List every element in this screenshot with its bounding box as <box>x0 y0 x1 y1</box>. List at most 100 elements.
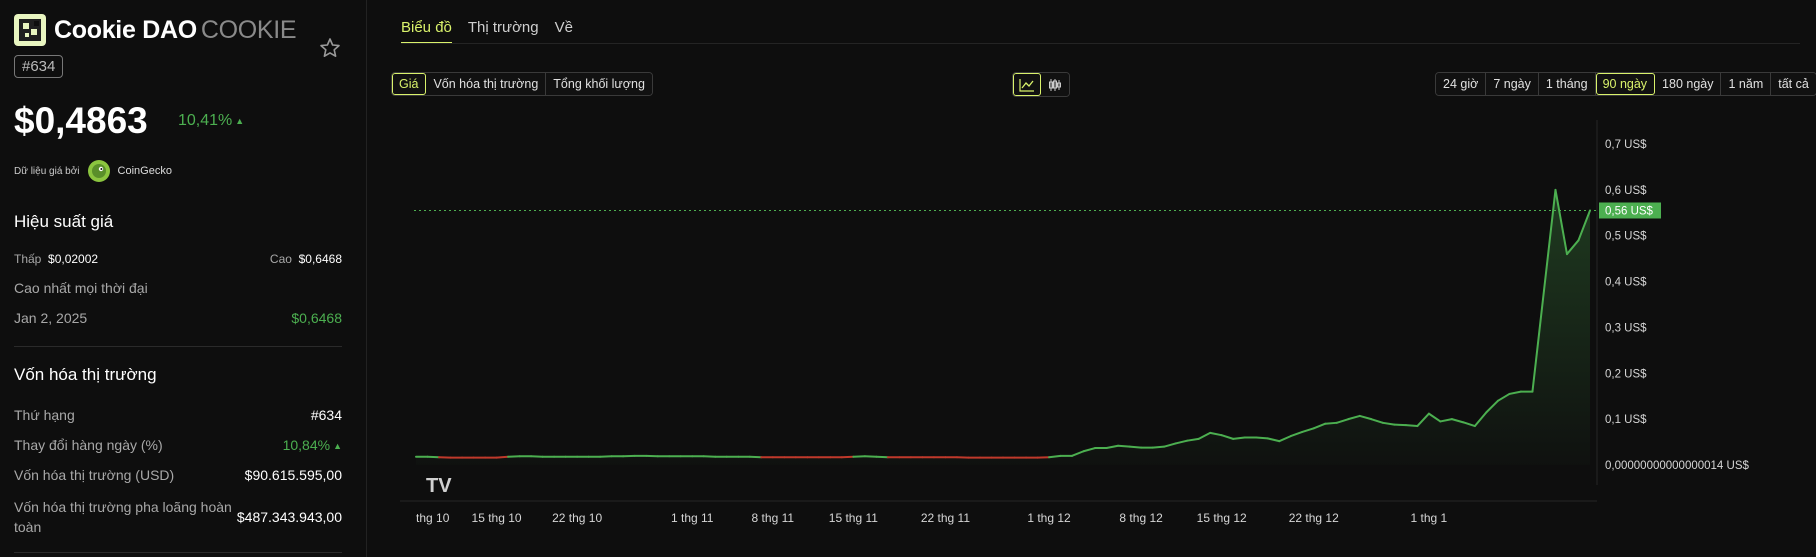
range-all-button[interactable]: tất cả <box>1771 73 1816 95</box>
x-tick-label: 1 thg 11 <box>671 511 714 525</box>
total-volume-button[interactable]: Tổng khối lượng <box>546 73 652 95</box>
price-chart[interactable]: 0,7 US$ 0,6 US$ 0,5 US$ 0,4 US$ 0,3 US$ 0,2 U… <box>400 120 1806 550</box>
line-chart-button[interactable] <box>1013 73 1041 96</box>
range-7d-button[interactable]: 7 ngày <box>1486 73 1539 95</box>
tradingview-watermark: TV <box>426 475 452 497</box>
rank-value: #634 <box>310 407 342 423</box>
range-90d-button[interactable]: 90 ngày <box>1595 73 1656 95</box>
chart-view-toggle <box>1012 72 1070 97</box>
x-tick-label: thg 10 <box>416 511 450 525</box>
price-change-value: 10,41% <box>178 112 233 129</box>
price-change-24h: 10,41% ▲ <box>178 112 244 130</box>
rank-row: Thứ hạng #634 <box>14 407 342 423</box>
ath-label-row: Cao nhất mọi thời đại <box>14 280 342 296</box>
price-line-segment <box>1324 421 1338 425</box>
high-value: $0,6468 <box>298 252 342 266</box>
low-label: Thấp <box>14 252 42 266</box>
price-line-segment <box>1404 424 1419 428</box>
x-tick-label: 8 thg 12 <box>1119 511 1163 525</box>
coin-symbol: COOKIE <box>200 16 297 44</box>
y-tick-label: 0,5 US$ <box>1605 231 1647 243</box>
daily-change-label: Thay đổi hàng ngày (%) <box>14 437 163 453</box>
y-tick-label: 0,2 US$ <box>1605 368 1647 380</box>
rank-badge: #634 <box>14 55 64 78</box>
section-divider <box>14 346 342 347</box>
performance-title: Hiệu suất giá <box>14 212 114 231</box>
price-line-segment <box>1117 444 1131 448</box>
market-cap-row: Vốn hóa thị trường (USD) $90.615.595,00 <box>14 467 342 483</box>
fdv-label: Vốn hóa thị trường pha loãng hoàn toàn <box>14 499 232 535</box>
data-source-label: Dữ liệu giá bởi <box>14 165 80 177</box>
low-value: $0,02002 <box>48 252 99 266</box>
market-cap-value: $90.615.595,00 <box>244 467 342 483</box>
coingecko-logo-icon <box>87 160 110 182</box>
cookie-dao-logo <box>14 14 46 46</box>
x-tick-label: 15 thg 12 <box>1197 511 1247 525</box>
range-1m-button[interactable]: 1 tháng <box>1538 73 1596 95</box>
ath-row: Jan 2, 2025 $0,6468 <box>14 310 342 326</box>
daily-change-value: 10,84% <box>282 437 331 453</box>
price-line-segment <box>1128 445 1143 449</box>
main-tabs: Biểu đồ Thị trường Về <box>401 19 573 44</box>
market-cap-button[interactable]: Vốn hóa thị trường <box>426 73 547 95</box>
daily-change-row: Thay đổi hàng ngày (%) 10,84% ▲ <box>14 437 342 453</box>
current-price: $0,4863 <box>14 100 148 141</box>
favorite-star-icon[interactable] <box>318 36 342 60</box>
x-tick-label: 8 thg 11 <box>752 511 795 525</box>
x-tick-label: 15 thg 10 <box>472 511 522 525</box>
coin-name: Cookie DAO <box>54 16 197 44</box>
price-line-segment <box>1151 445 1166 449</box>
tabs-underline <box>401 43 1800 44</box>
daily-change-value-group: 10,84% ▲ <box>283 437 342 453</box>
market-cap-label: Vốn hóa thị trường (USD) <box>14 467 175 483</box>
x-tick-label: 1 thg 1 <box>1411 511 1448 525</box>
x-tick-label: 1 thg 12 <box>1027 511 1071 525</box>
coin-title: Cookie DAO COOKIE <box>54 16 297 45</box>
candlestick-button[interactable] <box>1041 73 1069 96</box>
y-tick-label: 0,6 US$ <box>1605 185 1647 197</box>
price-button[interactable]: Giá <box>392 73 427 95</box>
ath-date: Jan 2, 2025 <box>14 310 88 326</box>
range-1y-button[interactable]: 1 năm <box>1721 73 1772 95</box>
metric-toggle: Giá Vốn hóa thị trường Tổng khối lượng <box>391 72 653 96</box>
tab-chart[interactable]: Biểu đồ <box>401 19 452 44</box>
fdv-row: Vốn hóa thị trường pha loãng hoàn toàn $… <box>14 497 342 537</box>
ath-label: Cao nhất mọi thời đại <box>14 280 148 296</box>
up-triangle-icon: ▲ <box>235 116 245 126</box>
price-area <box>416 189 1590 465</box>
range-24h-button[interactable]: 24 giờ <box>1436 73 1487 95</box>
tab-about[interactable]: Về <box>555 19 573 44</box>
coin-sidebar: Cookie DAO COOKIE #634 $0,4863 10,41% ▲ Dữ… <box>0 0 367 557</box>
section-divider <box>14 552 342 553</box>
range-180d-button[interactable]: 180 ngày <box>1655 73 1722 95</box>
y-tick-label: 0,4 US$ <box>1605 277 1647 289</box>
price-line-segment <box>1255 436 1269 440</box>
high-range: Cao $0,6468 <box>270 252 342 266</box>
data-source-name[interactable]: CoinGecko <box>118 165 172 177</box>
fdv-value: $487.343.943,00 <box>236 509 342 525</box>
time-range-toggle: 24 giờ 7 ngày 1 tháng 90 ngày 180 ngày 1… <box>1435 72 1816 96</box>
y-tick-label: 0,00000000000000014 US$ <box>1605 460 1749 472</box>
x-tick-label: 15 thg 11 <box>829 511 878 525</box>
tab-markets[interactable]: Thị trường <box>468 19 539 44</box>
price-line-segment <box>1232 436 1246 440</box>
low-range: Thấp $0,02002 <box>14 252 98 266</box>
candlestick-icon <box>1049 78 1061 91</box>
data-source: Dữ liệu giá bởi CoinGecko <box>14 160 172 182</box>
y-tick-label: 0,3 US$ <box>1605 322 1647 334</box>
ath-value: $0,6468 <box>291 310 342 326</box>
line-chart-icon <box>1018 78 1034 92</box>
market-cap-title: Vốn hóa thị trường <box>14 365 157 384</box>
current-price-label: 0,56 US$ <box>1605 205 1654 217</box>
x-tick-label: 22 thg 10 <box>552 511 602 525</box>
low-high-row: Thấp $0,02002 Cao $0,6468 <box>14 252 342 266</box>
rank-label: Thứ hạng <box>14 407 75 423</box>
y-tick-label: 0,1 US$ <box>1605 414 1647 426</box>
cookie-icon <box>19 19 41 41</box>
x-tick-label: 22 thg 11 <box>921 511 970 525</box>
price-line-segment <box>1048 454 1062 459</box>
x-tick-label: 22 thg 12 <box>1289 511 1339 525</box>
up-triangle-icon: ▲ <box>333 441 342 451</box>
high-label: Cao <box>269 252 292 266</box>
y-tick-label: 0,7 US$ <box>1605 139 1647 151</box>
